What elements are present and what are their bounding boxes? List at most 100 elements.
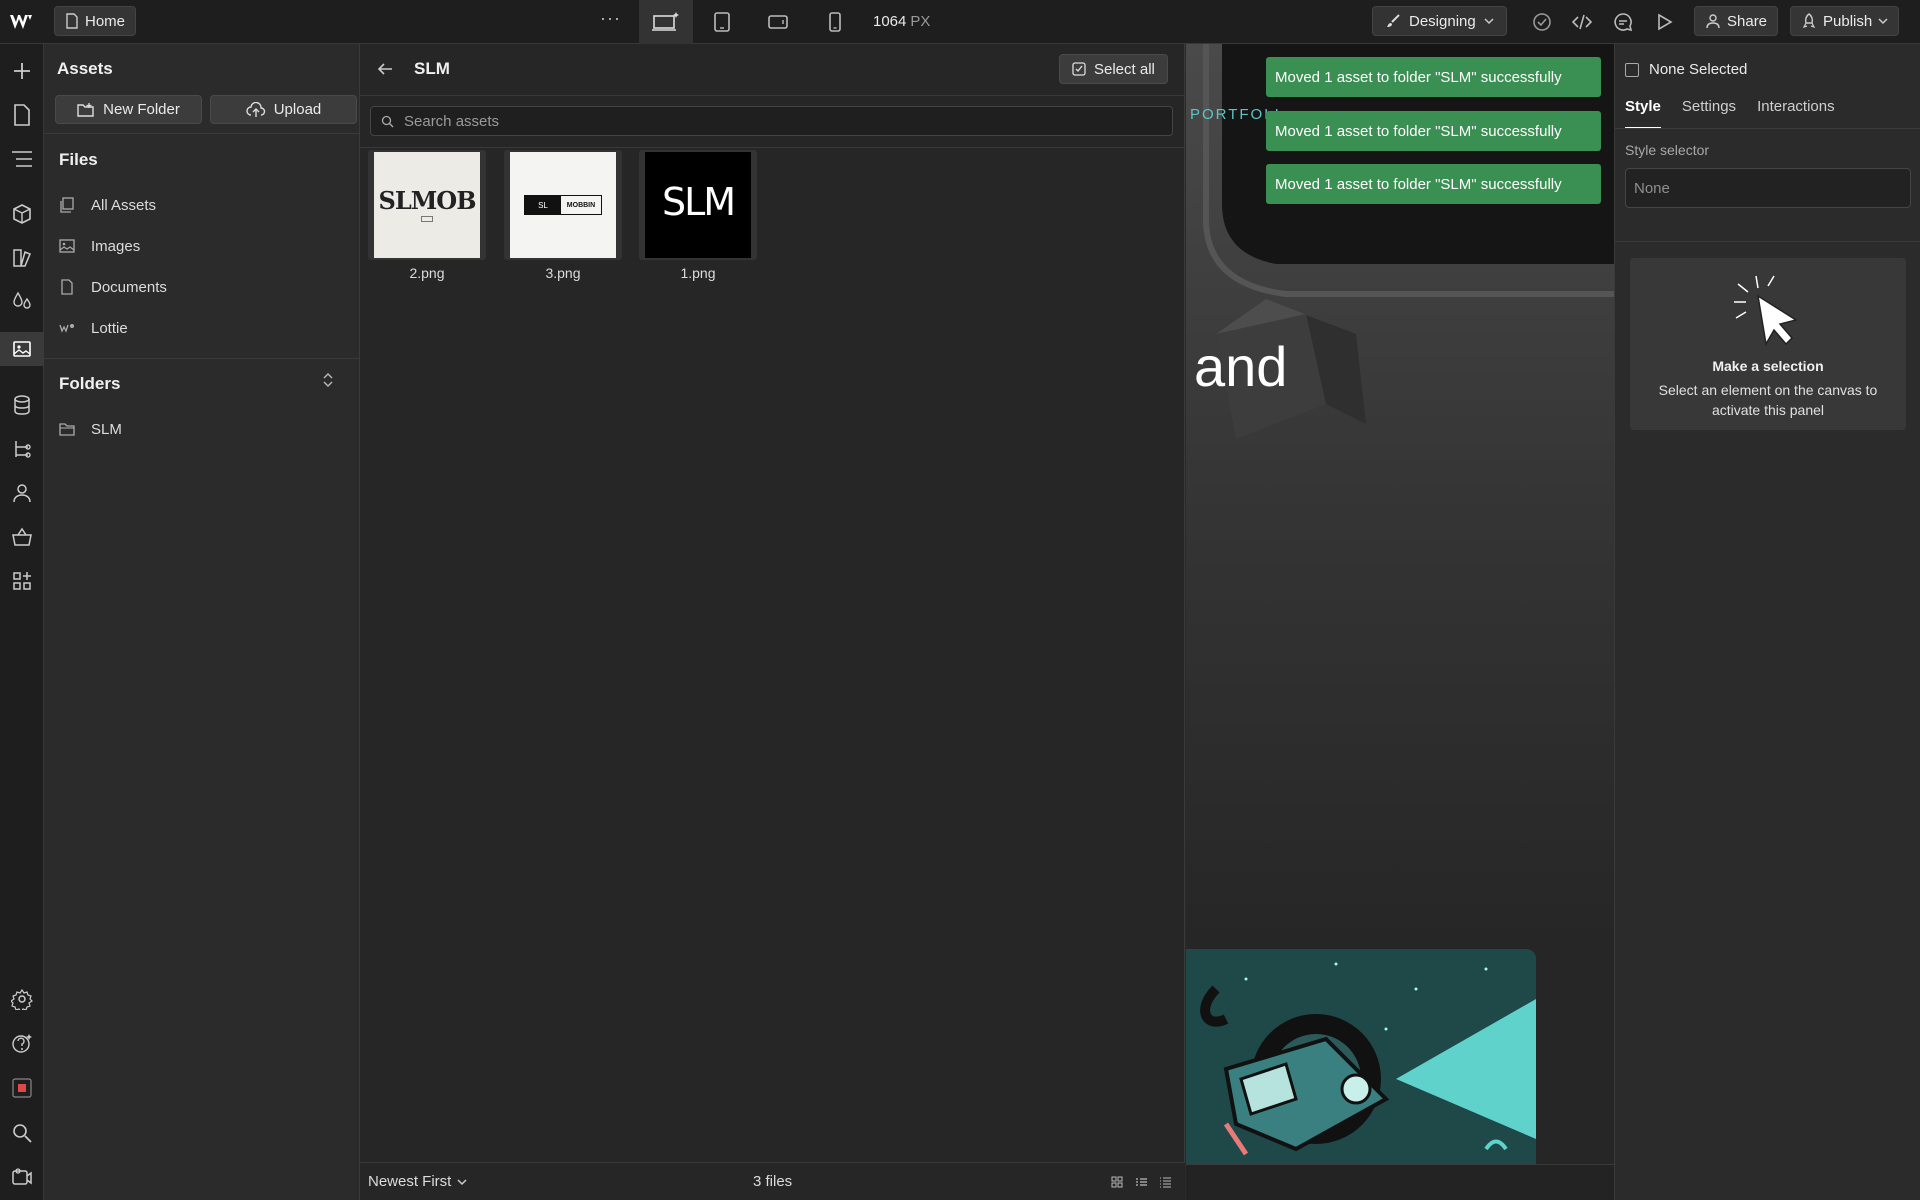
- folder-item-slm[interactable]: SLM: [59, 416, 122, 442]
- help-icon[interactable]: [9, 1030, 35, 1056]
- mode-label: Designing: [1409, 12, 1476, 30]
- audit-check-icon[interactable]: [1531, 11, 1553, 33]
- settings-gear-icon[interactable]: [9, 986, 35, 1012]
- select-all-button[interactable]: Select all: [1059, 54, 1168, 84]
- thumb-logo-left: SL: [525, 196, 561, 214]
- chevron-down-icon: [457, 1178, 467, 1186]
- selection-indicator[interactable]: None Selected: [1625, 61, 1747, 78]
- design-canvas[interactable]: PORTFOLI and Moved 1 asset to folder "SL…: [1186, 44, 1614, 1164]
- grid-view-icon[interactable]: [1110, 1175, 1124, 1189]
- style-selector-label: Style selector: [1625, 142, 1710, 158]
- desktop-star-icon: [652, 11, 680, 33]
- compact-list-icon[interactable]: [1158, 1175, 1172, 1189]
- add-elements-icon[interactable]: [9, 58, 35, 84]
- variables-drops-icon[interactable]: [9, 288, 35, 314]
- ecommerce-basket-icon[interactable]: [9, 524, 35, 550]
- tab-interactions[interactable]: Interactions: [1757, 98, 1835, 129]
- asset-filename: 3.png: [545, 265, 581, 281]
- file-type-images[interactable]: Images: [59, 233, 140, 259]
- file-type-label: Documents: [91, 278, 167, 296]
- empty-state-title: Make a selection: [1712, 358, 1824, 374]
- folder-title: SLM: [414, 59, 450, 78]
- portrait-breakpoint-button[interactable]: [808, 0, 862, 44]
- upload-button[interactable]: Upload: [210, 95, 357, 124]
- width-unit: PX: [910, 13, 931, 30]
- share-label: Share: [1727, 12, 1768, 30]
- page-icon: [65, 13, 79, 29]
- hero-heading: and: [1194, 335, 1288, 398]
- search-input[interactable]: [402, 111, 1142, 131]
- asset-thumbnail[interactable]: SLM: [639, 150, 757, 260]
- more-options-button[interactable]: ···: [600, 8, 621, 29]
- folders-heading: Folders: [59, 374, 121, 393]
- width-value: 1064: [873, 13, 907, 30]
- style-manager-icon[interactable]: [9, 245, 35, 271]
- cloud-upload-icon: [246, 101, 266, 118]
- back-arrow-icon[interactable]: [376, 61, 394, 77]
- tablet-breakpoint-button[interactable]: [695, 0, 749, 44]
- folder-plus-icon: [77, 102, 95, 118]
- canvas-width-readout[interactable]: 1064 PX: [873, 13, 930, 30]
- illustration-card: [1186, 949, 1536, 1164]
- tab-settings[interactable]: Settings: [1682, 98, 1736, 129]
- apps-icon[interactable]: [9, 568, 35, 594]
- image-icon: [59, 238, 75, 254]
- share-button[interactable]: Share: [1694, 6, 1779, 36]
- thumb-logo-text: SLM: [661, 180, 736, 224]
- components-icon[interactable]: [9, 201, 35, 227]
- code-icon[interactable]: [1571, 11, 1593, 33]
- record-stop-icon[interactable]: [9, 1075, 35, 1101]
- folder-browser: SLM Select all SLMOB 2.png SL MOBBIN 3.p…: [360, 44, 1185, 1200]
- thumb-logo-text: SLMOB: [378, 186, 477, 215]
- thumb-logo-box: SL MOBBIN: [524, 195, 602, 215]
- sort-label: Newest First: [368, 1173, 452, 1190]
- file-count: 3 files: [753, 1173, 793, 1190]
- file-type-all-assets[interactable]: All Assets: [59, 192, 156, 218]
- new-folder-button[interactable]: New Folder: [55, 95, 202, 124]
- chevron-down-icon: [1878, 17, 1888, 25]
- pages-icon[interactable]: [9, 102, 35, 128]
- file-type-documents[interactable]: Documents: [59, 274, 167, 300]
- users-icon[interactable]: [9, 480, 35, 506]
- publish-button[interactable]: Publish: [1790, 6, 1900, 36]
- assets-icon[interactable]: [0, 332, 44, 366]
- page-label: Home: [85, 12, 126, 30]
- selection-label: None Selected: [1649, 61, 1748, 78]
- desktop-breakpoint-button[interactable]: [639, 0, 693, 44]
- search-icon: [381, 115, 394, 128]
- comments-icon[interactable]: [1612, 11, 1634, 33]
- tab-style[interactable]: Style: [1625, 98, 1661, 129]
- panel-title: Assets: [57, 59, 113, 78]
- mode-switcher-button[interactable]: Designing: [1372, 6, 1507, 36]
- new-folder-label: New Folder: [103, 101, 180, 118]
- asset-thumbnail[interactable]: SL MOBBIN: [504, 150, 622, 260]
- file-type-lottie[interactable]: Lottie: [59, 315, 128, 341]
- navigator-icon[interactable]: [9, 146, 35, 172]
- left-toolbar: [0, 44, 44, 1200]
- video-tutorials-icon[interactable]: [9, 1164, 35, 1190]
- expand-collapse-icon[interactable]: [322, 372, 334, 388]
- style-selector-input[interactable]: None: [1625, 168, 1911, 208]
- cms-icon[interactable]: [9, 392, 35, 418]
- empty-state-description: Select an element on the canvas to activ…: [1658, 382, 1878, 418]
- webflow-logo-icon[interactable]: [8, 11, 36, 33]
- user-icon: [1705, 13, 1721, 29]
- logic-flow-icon[interactable]: [9, 436, 35, 462]
- asset-thumbnail[interactable]: SLMOB: [368, 150, 486, 260]
- landscape-breakpoint-button[interactable]: [751, 0, 805, 44]
- file-type-label: Images: [91, 237, 141, 255]
- phone-icon: [828, 11, 842, 33]
- sort-dropdown[interactable]: Newest First: [368, 1173, 467, 1190]
- search-icon[interactable]: [9, 1120, 35, 1146]
- list-view-icon[interactable]: [1134, 1175, 1148, 1189]
- page-selector-button[interactable]: Home: [54, 6, 137, 36]
- upload-label: Upload: [273, 101, 322, 118]
- canvas-footer-bar: [1186, 1164, 1614, 1200]
- cursor-click-icon: [1734, 275, 1798, 347]
- asset-image: SL MOBBIN: [510, 152, 616, 258]
- search-field[interactable]: [370, 106, 1173, 136]
- file-type-label: All Assets: [91, 196, 157, 214]
- empty-selection-card: Make a selection Select an element on th…: [1630, 258, 1906, 430]
- preview-play-icon[interactable]: [1653, 11, 1675, 33]
- toast-notification: Moved 1 asset to folder "SLM" successful…: [1266, 164, 1601, 204]
